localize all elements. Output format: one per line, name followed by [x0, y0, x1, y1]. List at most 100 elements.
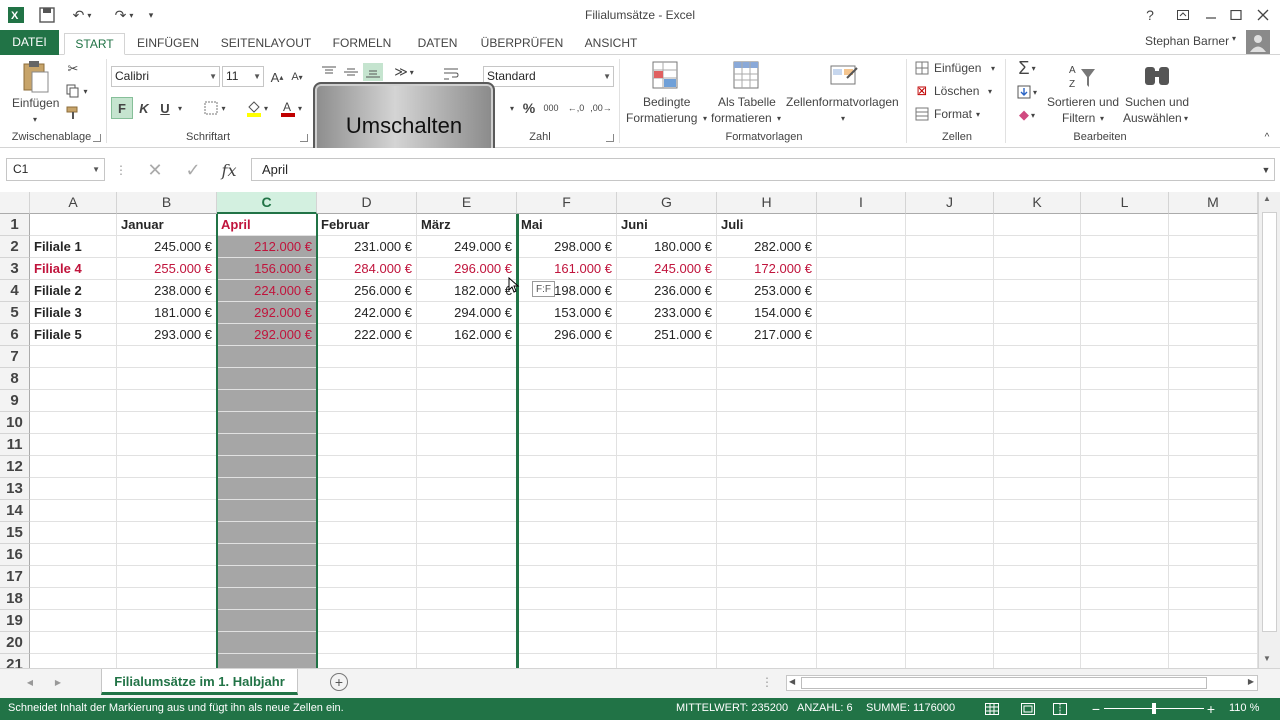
- column-title-cell[interactable]: Juli: [717, 214, 817, 236]
- add-sheet-icon[interactable]: +: [330, 673, 348, 691]
- cell[interactable]: [906, 214, 994, 236]
- cell[interactable]: [717, 412, 817, 434]
- value-cell[interactable]: 231.000 €: [317, 236, 417, 258]
- column-title-cell[interactable]: Januar: [117, 214, 217, 236]
- cell[interactable]: [906, 434, 994, 456]
- column-title-cell[interactable]: Mai: [517, 214, 617, 236]
- cell[interactable]: [906, 478, 994, 500]
- row-header[interactable]: 11: [0, 434, 30, 456]
- find-select-label-2[interactable]: Auswählen: [1123, 111, 1182, 125]
- cell[interactable]: [1169, 610, 1258, 632]
- cell[interactable]: [1169, 456, 1258, 478]
- tab-datei[interactable]: DATEI: [0, 30, 59, 55]
- cell[interactable]: [717, 544, 817, 566]
- formula-input[interactable]: April: [251, 158, 1275, 181]
- cell[interactable]: [1169, 324, 1258, 346]
- insert-cells-icon[interactable]: [914, 60, 930, 76]
- cell[interactable]: [317, 478, 417, 500]
- cell[interactable]: [1081, 478, 1169, 500]
- cell[interactable]: [1081, 654, 1169, 668]
- cell[interactable]: [906, 324, 994, 346]
- value-cell[interactable]: 296.000 €: [517, 324, 617, 346]
- cell[interactable]: [517, 368, 617, 390]
- chevron-down-icon[interactable]: ▾: [1097, 111, 1107, 125]
- cell[interactable]: [30, 654, 117, 668]
- cell[interactable]: [417, 346, 517, 368]
- cell[interactable]: [994, 632, 1081, 654]
- sort-filter-label-1[interactable]: Sortieren und: [1047, 95, 1119, 109]
- cell[interactable]: [617, 346, 717, 368]
- cell[interactable]: [906, 500, 994, 522]
- column-header-h[interactable]: H: [717, 192, 817, 214]
- branch-name-cell[interactable]: Filiale 3: [30, 302, 117, 324]
- cell[interactable]: [1081, 214, 1169, 236]
- format-cells-button[interactable]: Format: [934, 107, 972, 121]
- cell[interactable]: [417, 368, 517, 390]
- currency-dropdown-icon[interactable]: ▾: [506, 99, 518, 117]
- cell[interactable]: [517, 390, 617, 412]
- chevron-down-icon[interactable]: ▾: [988, 61, 998, 75]
- cell[interactable]: [994, 258, 1081, 280]
- value-cell[interactable]: 282.000 €: [717, 236, 817, 258]
- bold-button[interactable]: F: [111, 97, 133, 119]
- cell[interactable]: [117, 456, 217, 478]
- format-as-table-label-2[interactable]: formatieren: [711, 111, 772, 125]
- cell[interactable]: [117, 632, 217, 654]
- value-cell[interactable]: 294.000 €: [417, 302, 517, 324]
- format-cells-icon[interactable]: [914, 106, 930, 122]
- cell[interactable]: [317, 544, 417, 566]
- minimize-icon[interactable]: [1200, 4, 1222, 26]
- conditional-formatting-label-1[interactable]: Bedingte: [643, 95, 690, 109]
- cell[interactable]: [1081, 500, 1169, 522]
- row-header[interactable]: 18: [0, 588, 30, 610]
- tab-ansicht[interactable]: ANSICHT: [577, 33, 645, 55]
- cell[interactable]: [906, 522, 994, 544]
- cell[interactable]: [906, 632, 994, 654]
- cell[interactable]: [1169, 500, 1258, 522]
- column-header-j[interactable]: J: [906, 192, 994, 214]
- number-launcher-icon[interactable]: [606, 134, 614, 142]
- ribbon-display-icon[interactable]: [1172, 4, 1194, 26]
- delete-cells-icon[interactable]: ⊠: [914, 83, 930, 99]
- value-cell[interactable]: 217.000 €: [717, 324, 817, 346]
- branch-name-cell[interactable]: Filiale 2: [30, 280, 117, 302]
- align-middle-icon[interactable]: [342, 63, 360, 81]
- cell[interactable]: [1081, 434, 1169, 456]
- cell[interactable]: [30, 478, 117, 500]
- cell[interactable]: [1081, 632, 1169, 654]
- value-cell[interactable]: 242.000 €: [317, 302, 417, 324]
- cell[interactable]: [717, 368, 817, 390]
- value-cell[interactable]: 245.000 €: [617, 258, 717, 280]
- cell[interactable]: [517, 566, 617, 588]
- align-bottom-icon[interactable]: [363, 63, 383, 81]
- cell[interactable]: [417, 500, 517, 522]
- cell[interactable]: [417, 522, 517, 544]
- value-cell[interactable]: 249.000 €: [417, 236, 517, 258]
- tab-split-icon[interactable]: ⋮: [761, 673, 773, 691]
- cell-styles-label[interactable]: Zellenformatvorlagen: [786, 95, 899, 109]
- column-title-cell[interactable]: Juni: [617, 214, 717, 236]
- cell[interactable]: [817, 412, 906, 434]
- chevron-down-icon[interactable]: ▾: [985, 84, 995, 98]
- cell[interactable]: [906, 258, 994, 280]
- row-header[interactable]: 15: [0, 522, 30, 544]
- orientation-icon[interactable]: ≫ ▾: [390, 63, 418, 81]
- cell[interactable]: [30, 390, 117, 412]
- insert-function-button[interactable]: fx: [214, 158, 244, 182]
- cell[interactable]: [994, 280, 1081, 302]
- worksheet-grid[interactable]: A B C D E F G H I J K L M 1 2 3 4 5 6 7 8 9 10 11 12 13 14 15 16 17 18…: [0, 192, 1258, 668]
- cell[interactable]: [30, 214, 117, 236]
- cut-icon[interactable]: ✂: [63, 59, 83, 79]
- cell[interactable]: [1169, 258, 1258, 280]
- cell[interactable]: [1081, 324, 1169, 346]
- row-header[interactable]: 16: [0, 544, 30, 566]
- cell[interactable]: [1169, 214, 1258, 236]
- row-header[interactable]: 2: [0, 236, 30, 258]
- cell[interactable]: [817, 588, 906, 610]
- cell[interactable]: [30, 588, 117, 610]
- cell[interactable]: [117, 368, 217, 390]
- cell[interactable]: [817, 346, 906, 368]
- cell[interactable]: [717, 566, 817, 588]
- font-color-icon[interactable]: A ▾: [276, 97, 306, 119]
- chevron-down-icon[interactable]: ▾: [700, 111, 710, 125]
